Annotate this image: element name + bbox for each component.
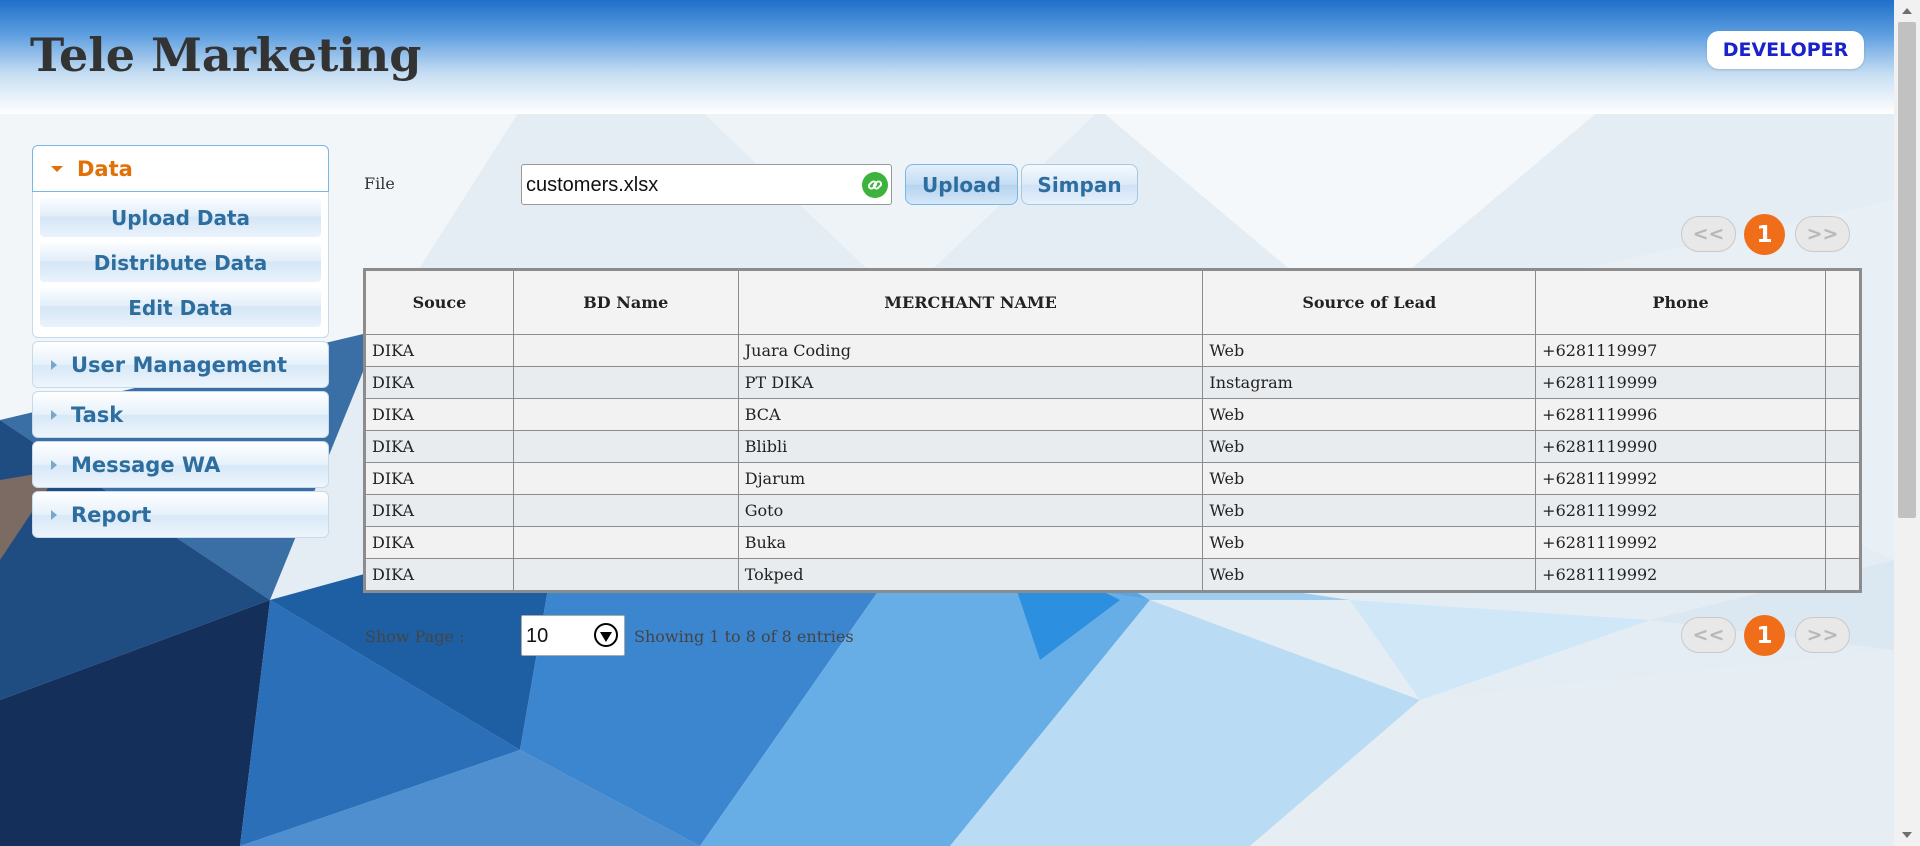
table-cell: +6281119992 — [1535, 462, 1826, 495]
table-cell: Web — [1202, 526, 1537, 559]
table-cell — [1824, 526, 1861, 559]
table-cell: PT DIKA — [737, 366, 1204, 399]
table-cell: DIKA — [365, 430, 514, 463]
table-cell: Blibli — [737, 430, 1204, 463]
scroll-up-icon[interactable] — [1902, 8, 1912, 14]
table-cell: DIKA — [365, 398, 514, 431]
column-header — [1824, 270, 1861, 335]
file-input[interactable]: customers.xlsx — [521, 164, 892, 205]
table-cell: Tokped — [737, 558, 1204, 591]
table-cell: Web — [1202, 494, 1537, 527]
table-cell: DIKA — [365, 526, 514, 559]
table-cell — [1824, 558, 1861, 591]
prev-page-button[interactable]: << — [1681, 617, 1736, 653]
table-row[interactable]: DIKA Tokped Web +6281119992 — [365, 558, 1861, 591]
table-cell — [1824, 366, 1861, 399]
column-header[interactable]: Phone — [1535, 270, 1826, 335]
table-cell: Goto — [737, 494, 1204, 527]
table-cell: Web — [1202, 558, 1537, 591]
table-cell: Web — [1202, 334, 1537, 367]
table-cell: Web — [1202, 430, 1537, 463]
table-cell: +6281119992 — [1535, 558, 1826, 591]
pagination-top: << 1 >> — [1681, 214, 1852, 256]
table-cell — [512, 366, 739, 399]
table-cell: Juara Coding — [737, 334, 1204, 367]
prev-page-button[interactable]: << — [1681, 216, 1736, 252]
table-cell — [512, 430, 739, 463]
table-row[interactable]: DIKA Juara Coding Web +6281119997 — [365, 334, 1861, 367]
current-page-button[interactable]: 1 — [1744, 615, 1785, 656]
table-cell: +6281119992 — [1535, 494, 1826, 527]
save-button[interactable]: Simpan — [1021, 164, 1138, 205]
page-size-select[interactable]: 10 — [521, 615, 625, 656]
table-cell: Web — [1202, 462, 1537, 495]
table-cell — [1824, 494, 1861, 527]
table-cell: +6281119990 — [1535, 430, 1826, 463]
table-cell — [512, 526, 739, 559]
table-row[interactable]: DIKA Djarum Web +6281119992 — [365, 462, 1861, 495]
table-cell: Web — [1202, 398, 1537, 431]
table-cell: +6281119996 — [1535, 398, 1826, 431]
table-cell — [512, 398, 739, 431]
pagination-bottom: << 1 >> — [1681, 615, 1852, 657]
table-cell — [1824, 430, 1861, 463]
page-size-value: 10 — [526, 625, 549, 647]
table-cell: DIKA — [365, 558, 514, 591]
column-header[interactable]: BD Name — [512, 270, 739, 335]
table-cell: Djarum — [737, 462, 1204, 495]
show-page-label: Show Page : — [365, 627, 465, 646]
table-cell — [512, 494, 739, 527]
table-cell: Instagram — [1202, 366, 1537, 399]
chevron-down-icon[interactable] — [594, 623, 618, 647]
scrollbar-thumb[interactable] — [1898, 22, 1916, 518]
file-label: File — [364, 174, 395, 193]
table-row[interactable]: DIKA Buka Web +6281119992 — [365, 526, 1861, 559]
column-header[interactable]: MERCHANT NAME — [737, 270, 1204, 335]
table-cell — [512, 558, 739, 591]
table-cell: DIKA — [365, 366, 514, 399]
column-header[interactable]: Souce — [365, 270, 514, 335]
table-cell: DIKA — [365, 494, 514, 527]
upload-button[interactable]: Upload — [905, 164, 1018, 205]
table-cell: Buka — [737, 526, 1204, 559]
entries-info: Showing 1 to 8 of 8 entries — [634, 627, 854, 646]
table-cell: +6281119997 — [1535, 334, 1826, 367]
current-page-button[interactable]: 1 — [1744, 214, 1785, 255]
table-row[interactable]: DIKA Blibli Web +6281119990 — [365, 430, 1861, 463]
next-page-button[interactable]: >> — [1795, 216, 1850, 252]
table-cell — [1824, 334, 1861, 367]
table-cell — [1824, 398, 1861, 431]
next-page-button[interactable]: >> — [1795, 617, 1850, 653]
vertical-scrollbar[interactable] — [1894, 0, 1920, 846]
table-cell — [1824, 462, 1861, 495]
data-table: Souce BD Name MERCHANT NAME Source of Le… — [363, 268, 1862, 593]
table-row[interactable]: DIKA BCA Web +6281119996 — [365, 398, 1861, 431]
table-row[interactable]: DIKA Goto Web +6281119992 — [365, 494, 1861, 527]
table-cell: +6281119992 — [1535, 526, 1826, 559]
table-cell — [512, 462, 739, 495]
main-content: File customers.xlsx Upload Simpan << 1 >… — [0, 0, 1894, 846]
scroll-down-icon[interactable] — [1902, 832, 1912, 838]
table-cell: BCA — [737, 398, 1204, 431]
file-name: customers.xlsx — [526, 174, 659, 196]
table-row[interactable]: DIKA PT DIKA Instagram +6281119999 — [365, 366, 1861, 399]
table-cell — [512, 334, 739, 367]
column-header[interactable]: Source of Lead — [1202, 270, 1537, 335]
table-cell: +6281119999 — [1535, 366, 1826, 399]
table-cell: DIKA — [365, 462, 514, 495]
link-icon[interactable] — [862, 172, 888, 198]
table-header-row: Souce BD Name MERCHANT NAME Source of Le… — [365, 270, 1861, 335]
table-cell: DIKA — [365, 334, 514, 367]
